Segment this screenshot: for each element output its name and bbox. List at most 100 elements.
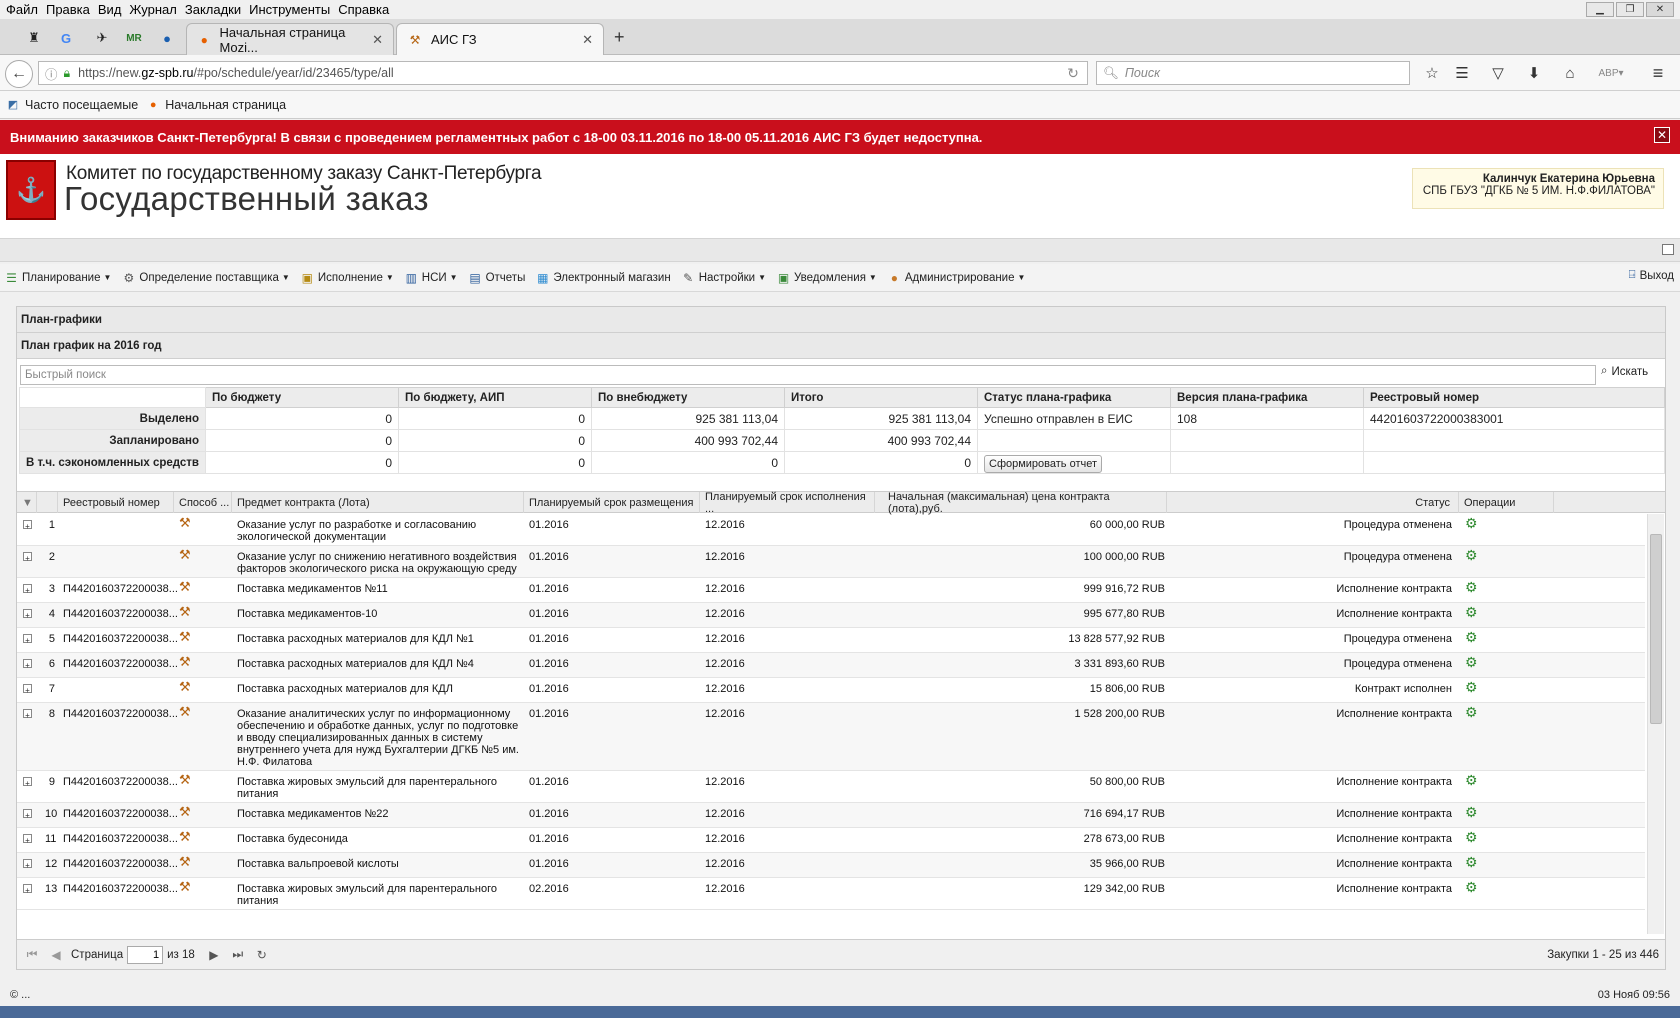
column-header-status[interactable]: Статус <box>1167 492 1459 513</box>
close-tab-icon[interactable]: ✕ <box>372 32 383 48</box>
menu-item[interactable]: Файл <box>6 2 38 17</box>
app-menu-item[interactable]: ▣ Уведомления ▼ <box>776 270 877 285</box>
exit-button[interactable]: ⍈ Выход <box>1629 269 1674 282</box>
bookmark-start-page[interactable]: ● Начальная страница <box>146 98 286 112</box>
menu-item[interactable]: Закладки <box>185 2 241 17</box>
refresh-icon[interactable]: ↻ <box>253 948 271 962</box>
close-window-icon[interactable]: ✕ <box>1646 2 1674 17</box>
table-row[interactable]: +4 П4420160372200038... ⚒ Поставка медикаме… <box>17 603 1645 628</box>
grid-filter-header[interactable]: ▼ <box>17 492 37 513</box>
column-header-operations[interactable]: Операции <box>1459 492 1554 513</box>
tab-mozilla-start[interactable]: ● Начальная страница Mozi... ✕ <box>186 23 394 55</box>
operations-gear-icon[interactable]: ⚙ <box>1465 880 1478 894</box>
table-row[interactable]: +10 П4420160372200038... ⚒ Поставка медикам… <box>17 803 1645 828</box>
operations-gear-icon[interactable]: ⚙ <box>1465 580 1478 594</box>
app-menu-item[interactable]: ⚙ Определение поставщика ▼ <box>121 270 290 285</box>
expand-row-icon[interactable]: + <box>23 609 32 620</box>
table-row[interactable]: +8 П4420160372200038... ⚒ Оказание аналитич… <box>17 703 1645 771</box>
operations-gear-icon[interactable]: ⚙ <box>1465 516 1478 530</box>
last-page-icon[interactable]: ⏭ <box>229 947 247 962</box>
close-tab-icon[interactable]: ✕ <box>582 32 593 48</box>
table-row[interactable]: +5 П4420160372200038... ⚒ Поставка расходны… <box>17 628 1645 653</box>
table-row[interactable]: +13 П4420160372200038... ⚒ Поставка жировых… <box>17 878 1645 910</box>
app-menu-item[interactable]: ▥ НСИ ▼ <box>404 270 458 285</box>
prev-page-icon[interactable]: ◀ <box>47 948 65 962</box>
expand-row-icon[interactable]: + <box>23 809 32 820</box>
app-menu-item[interactable]: ▤ Отчеты <box>468 270 525 285</box>
pinned-tab-icon[interactable]: ♜ <box>22 27 46 49</box>
download-icon[interactable]: ⬇ <box>1522 62 1546 84</box>
tab-ais-gz[interactable]: ⚒ АИС ГЗ ✕ <box>396 23 604 55</box>
column-header-placement-date[interactable]: Планируемый срок размещения <box>524 492 700 513</box>
expand-row-icon[interactable]: + <box>23 709 32 720</box>
expand-row-icon[interactable]: + <box>23 659 32 670</box>
column-header-registry[interactable]: Реестровый номер <box>58 492 174 513</box>
quick-search-input[interactable]: Быстрый поиск <box>20 365 1596 385</box>
reading-list-icon[interactable]: ☰ <box>1450 62 1474 84</box>
column-header-method[interactable]: Способ ... <box>174 492 232 513</box>
grid-scrollbar[interactable] <box>1647 514 1664 934</box>
back-button[interactable]: ← <box>5 60 33 88</box>
user-info[interactable]: Калинчук Екатерина Юрьевна СПБ ГБУЗ "ДГК… <box>1412 168 1664 209</box>
pinned-tab-icon[interactable]: ● <box>155 27 179 49</box>
column-header-subject[interactable]: Предмет контракта (Лота) <box>232 492 524 513</box>
expand-row-icon[interactable]: + <box>23 834 32 845</box>
expand-row-icon[interactable]: + <box>23 520 32 531</box>
operations-gear-icon[interactable]: ⚙ <box>1465 548 1478 562</box>
operations-gear-icon[interactable]: ⚙ <box>1465 630 1478 644</box>
first-page-icon[interactable]: ⏮ <box>23 947 41 962</box>
info-icon[interactable]: ⓘ <box>45 64 58 83</box>
table-row[interactable]: +9 П4420160372200038... ⚒ Поставка жировых … <box>17 771 1645 803</box>
expand-row-icon[interactable]: + <box>23 859 32 870</box>
collapse-header-icon[interactable] <box>1662 244 1674 255</box>
minimize-icon[interactable]: ▁ <box>1586 2 1614 17</box>
operations-gear-icon[interactable]: ⚙ <box>1465 705 1478 719</box>
close-notice-icon[interactable]: ✕ <box>1654 127 1670 143</box>
menu-item[interactable]: Справка <box>338 2 389 17</box>
expand-row-icon[interactable]: + <box>23 684 32 695</box>
app-menu-item[interactable]: ▣ Исполнение ▼ <box>300 270 394 285</box>
table-row[interactable]: +7 ⚒ Поставка расходных материалов для КДЛ… <box>17 678 1645 703</box>
operations-gear-icon[interactable]: ⚙ <box>1465 680 1478 694</box>
table-row[interactable]: +11 П4420160372200038... ⚒ Поставка будесон… <box>17 828 1645 853</box>
app-menu-item[interactable]: ▦ Электронный магазин <box>535 270 671 285</box>
menu-item[interactable]: Вид <box>98 2 122 17</box>
search-button[interactable]: ⌕ Искать <box>1601 365 1648 378</box>
pinned-tab-icon[interactable]: ✈ <box>90 27 114 49</box>
restore-icon[interactable]: ❐ <box>1616 2 1644 17</box>
page-input[interactable] <box>127 945 164 964</box>
app-menu-item[interactable]: ● Администрирование ▼ <box>887 270 1026 285</box>
generate-report-button[interactable]: Сформировать отчет <box>984 454 1103 473</box>
operations-gear-icon[interactable]: ⚙ <box>1465 605 1478 619</box>
adblock-icon[interactable]: ABP▾ <box>1596 62 1626 84</box>
reload-icon[interactable]: ↻ <box>1060 61 1086 85</box>
bookmark-most-visited[interactable]: ◩ Часто посещаемые <box>6 98 138 112</box>
menu-item[interactable]: Журнал <box>129 2 176 17</box>
next-page-icon[interactable]: ▶ <box>205 948 223 962</box>
table-row[interactable]: +3 П4420160372200038... ⚒ Поставка медикаме… <box>17 578 1645 603</box>
home-icon[interactable]: ⌂ <box>1558 62 1582 84</box>
expand-row-icon[interactable]: + <box>23 552 32 563</box>
pocket-icon[interactable]: ▽ <box>1486 62 1510 84</box>
app-menu-item[interactable]: ✎ Настройки ▼ <box>681 270 766 285</box>
search-input[interactable]: 🔍︎ Поиск <box>1096 61 1410 85</box>
menu-item[interactable]: Инструменты <box>249 2 330 17</box>
expand-row-icon[interactable]: + <box>23 584 32 595</box>
url-bar[interactable]: ⓘ 🔒︎ https://new.gz-spb.ru/#po/schedule/… <box>38 61 1088 85</box>
expand-row-icon[interactable]: + <box>23 884 32 895</box>
operations-gear-icon[interactable]: ⚙ <box>1465 805 1478 819</box>
pinned-tab-icon[interactable]: MR <box>122 27 146 49</box>
google-icon[interactable]: G <box>54 27 78 49</box>
menu-item[interactable]: Правка <box>46 2 90 17</box>
bookmark-star-icon[interactable]: ☆ <box>1420 62 1444 84</box>
expand-row-icon[interactable]: + <box>23 777 32 788</box>
column-header-price[interactable]: Начальная (максимальная) цена контракта … <box>875 491 1167 515</box>
column-header-execution-date[interactable]: Планируемый срок исполнения ... <box>700 491 875 515</box>
table-row[interactable]: +1 ⚒ Оказание услуг по разработке и соглас… <box>17 514 1645 546</box>
table-row[interactable]: +2 ⚒ Оказание услуг по снижению негативног… <box>17 546 1645 578</box>
new-tab-icon[interactable]: + <box>614 27 625 48</box>
operations-gear-icon[interactable]: ⚙ <box>1465 773 1478 787</box>
operations-gear-icon[interactable]: ⚙ <box>1465 655 1478 669</box>
table-row[interactable]: +12 П4420160372200038... ⚒ Поставка вальпро… <box>17 853 1645 878</box>
expand-row-icon[interactable]: + <box>23 634 32 645</box>
